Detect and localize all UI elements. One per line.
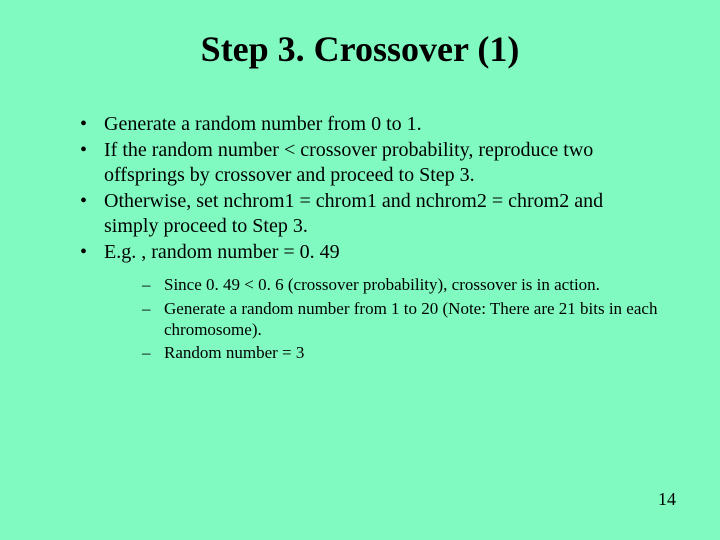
slide: Step 3. Crossover (1) Generate a random … [0,0,720,540]
list-item: Generate a random number from 0 to 1. [80,112,660,136]
list-item: Random number = 3 [142,342,660,363]
sub-bullet-list: Since 0. 49 < 0. 6 (crossover probabilit… [104,274,660,363]
list-item: If the random number < crossover probabi… [80,138,660,187]
bullet-list: Generate a random number from 0 to 1. If… [60,112,660,363]
list-item: Generate a random number from 1 to 20 (N… [142,298,660,341]
bullet-text: E.g. , random number = 0. 49 [104,241,340,263]
bullet-text: If the random number < crossover probabi… [104,139,593,185]
sub-bullet-text: Random number = 3 [164,343,304,362]
page-number: 14 [658,489,676,510]
sub-bullet-text: Generate a random number from 1 to 20 (N… [164,299,657,339]
list-item: E.g. , random number = 0. 49 Since 0. 49… [80,240,660,363]
sub-bullet-text: Since 0. 49 < 0. 6 (crossover probabilit… [164,275,600,294]
bullet-text: Generate a random number from 0 to 1. [104,113,422,135]
list-item: Since 0. 49 < 0. 6 (crossover probabilit… [142,274,660,295]
list-item: Otherwise, set nchrom1 = chrom1 and nchr… [80,189,660,238]
slide-title: Step 3. Crossover (1) [60,28,660,70]
bullet-text: Otherwise, set nchrom1 = chrom1 and nchr… [104,190,603,236]
